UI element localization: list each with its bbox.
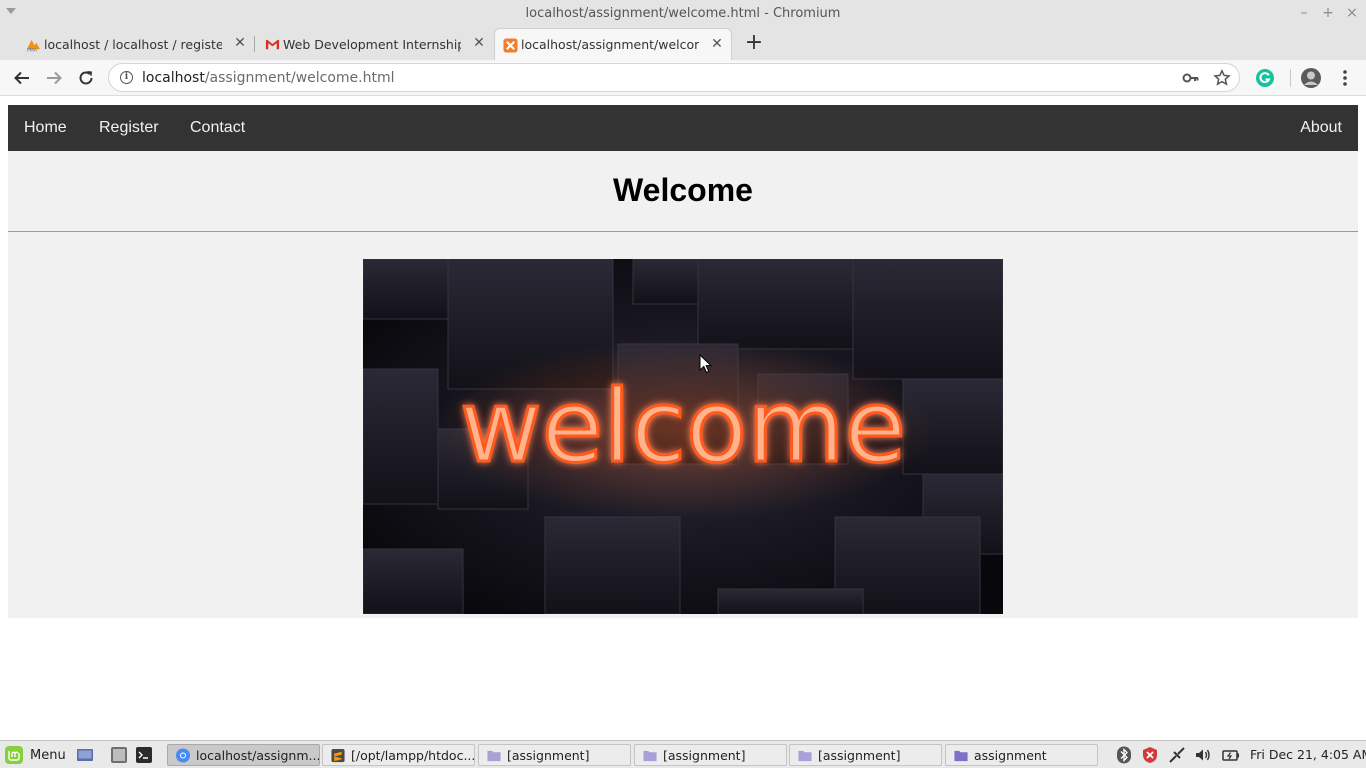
- task-folder[interactable]: [assignment]: [789, 744, 942, 766]
- tab-strip: PMA localhost / localhost / register / ✕…: [0, 28, 1366, 60]
- mint-logo-icon: [5, 746, 23, 764]
- url-text[interactable]: localhost/assignment/welcome.html: [142, 70, 395, 86]
- back-arrow-icon: [14, 71, 29, 85]
- folder-icon: [643, 750, 657, 762]
- heading-divider: [8, 231, 1358, 232]
- task-folder[interactable]: [assignment]: [478, 744, 631, 766]
- folder-icon: [798, 750, 812, 762]
- battery-icon[interactable]: [1222, 746, 1240, 764]
- gmail-icon: [265, 39, 280, 50]
- update-shield-icon[interactable]: [1141, 746, 1159, 764]
- forward-arrow-icon: [47, 71, 62, 85]
- task-label: localhost/assignm...: [196, 747, 320, 763]
- volume-icon[interactable]: [1194, 746, 1212, 764]
- address-bar[interactable]: i localhost/assignment/welcome.html: [108, 63, 1240, 92]
- svg-text:PMA: PMA: [27, 48, 38, 52]
- browser-toolbar: i localhost/assignment/welcome.html: [0, 60, 1366, 96]
- start-menu-button[interactable]: Menu: [4, 745, 66, 765]
- tab-welcome-active[interactable]: localhost/assignment/welcome ✕: [494, 28, 732, 60]
- system-taskbar: Menu localhost/assignm... [/opt/lampp/ht…: [0, 740, 1366, 768]
- terminal-launcher-icon[interactable]: [135, 746, 153, 764]
- url-host: localhost: [142, 70, 205, 86]
- new-tab-button[interactable]: +: [743, 32, 765, 54]
- nav-link-home[interactable]: Home: [24, 105, 67, 151]
- tab-phpmyadmin[interactable]: PMA localhost / localhost / register / ✕: [18, 28, 254, 60]
- forward-button[interactable]: [41, 65, 67, 91]
- site-navbar: Home Register Contact About: [8, 105, 1358, 151]
- task-chromium[interactable]: localhost/assignm...: [167, 744, 320, 766]
- bluetooth-icon[interactable]: [1115, 746, 1133, 764]
- profile-avatar-icon[interactable]: [1300, 67, 1322, 89]
- window-titlebar: localhost/assignment/welcome.html - Chro…: [0, 0, 1366, 28]
- page-viewport: Home Register Contact About Welcome welc…: [0, 97, 1366, 740]
- task-label: [assignment]: [663, 747, 746, 763]
- folder-icon: [487, 750, 501, 762]
- network-icon[interactable]: [1168, 746, 1186, 764]
- site-info-icon[interactable]: i: [120, 71, 133, 84]
- toolbar-divider: [1290, 69, 1291, 87]
- task-folder[interactable]: assignment: [945, 744, 1098, 766]
- tab-separator: [254, 36, 255, 52]
- chromium-icon: [175, 748, 191, 763]
- close-window-button[interactable]: ×: [1342, 3, 1362, 23]
- sublime-text-icon: [331, 748, 345, 763]
- nav-link-register[interactable]: Register: [99, 105, 159, 151]
- task-label: [/opt/lampp/htdoc...: [351, 747, 475, 763]
- tab-gmail[interactable]: Web Development Internship fr ✕: [257, 28, 493, 60]
- tab-close-icon[interactable]: ✕: [232, 35, 248, 51]
- nav-link-contact[interactable]: Contact: [190, 105, 245, 151]
- show-desktop-icon[interactable]: [76, 746, 94, 764]
- minimize-button[interactable]: –: [1294, 3, 1314, 23]
- page-heading: Welcome: [613, 172, 753, 208]
- reload-icon: [79, 71, 93, 85]
- task-folder[interactable]: [assignment]: [634, 744, 787, 766]
- task-label: assignment: [974, 747, 1047, 763]
- mouse-cursor-icon: [699, 354, 713, 374]
- neon-welcome-picture: welcome: [363, 259, 1003, 614]
- grammarly-icon[interactable]: [1254, 67, 1276, 89]
- maximize-button[interactable]: +: [1318, 3, 1338, 23]
- reload-button[interactable]: [73, 65, 99, 91]
- neon-welcome-text: welcome: [460, 368, 906, 485]
- taskbar-clock: Fri Dec 21, 4:05 AM: [1250, 747, 1366, 762]
- tab-title: Web Development Internship fr: [283, 36, 461, 52]
- nav-link-about[interactable]: About: [1300, 105, 1342, 151]
- tab-close-icon[interactable]: ✕: [709, 36, 725, 52]
- welcome-neon-image: welcome: [363, 259, 1003, 614]
- window-title: localhost/assignment/welcome.html - Chro…: [525, 6, 841, 21]
- folder-icon: [954, 750, 968, 762]
- tab-title: localhost/assignment/welcome: [521, 37, 699, 52]
- phpmyadmin-icon: PMA: [26, 39, 41, 52]
- bookmark-star-icon[interactable]: [1213, 69, 1231, 87]
- key-icon[interactable]: [1182, 69, 1200, 87]
- start-menu-label: Menu: [30, 747, 66, 763]
- files-launcher-icon[interactable]: [110, 746, 128, 764]
- xampp-icon: [503, 38, 518, 53]
- url-path: /assignment/welcome.html: [204, 70, 395, 86]
- back-button[interactable]: [9, 65, 35, 91]
- task-label: [assignment]: [507, 747, 590, 763]
- task-label: [assignment]: [818, 747, 901, 763]
- menu-kebab-icon[interactable]: [1334, 67, 1356, 89]
- main-content: Welcome welcome: [8, 151, 1358, 618]
- tab-close-icon[interactable]: ✕: [471, 35, 487, 51]
- task-sublime-text[interactable]: [/opt/lampp/htdoc...: [322, 744, 475, 766]
- tab-title: localhost / localhost / register /: [44, 36, 222, 52]
